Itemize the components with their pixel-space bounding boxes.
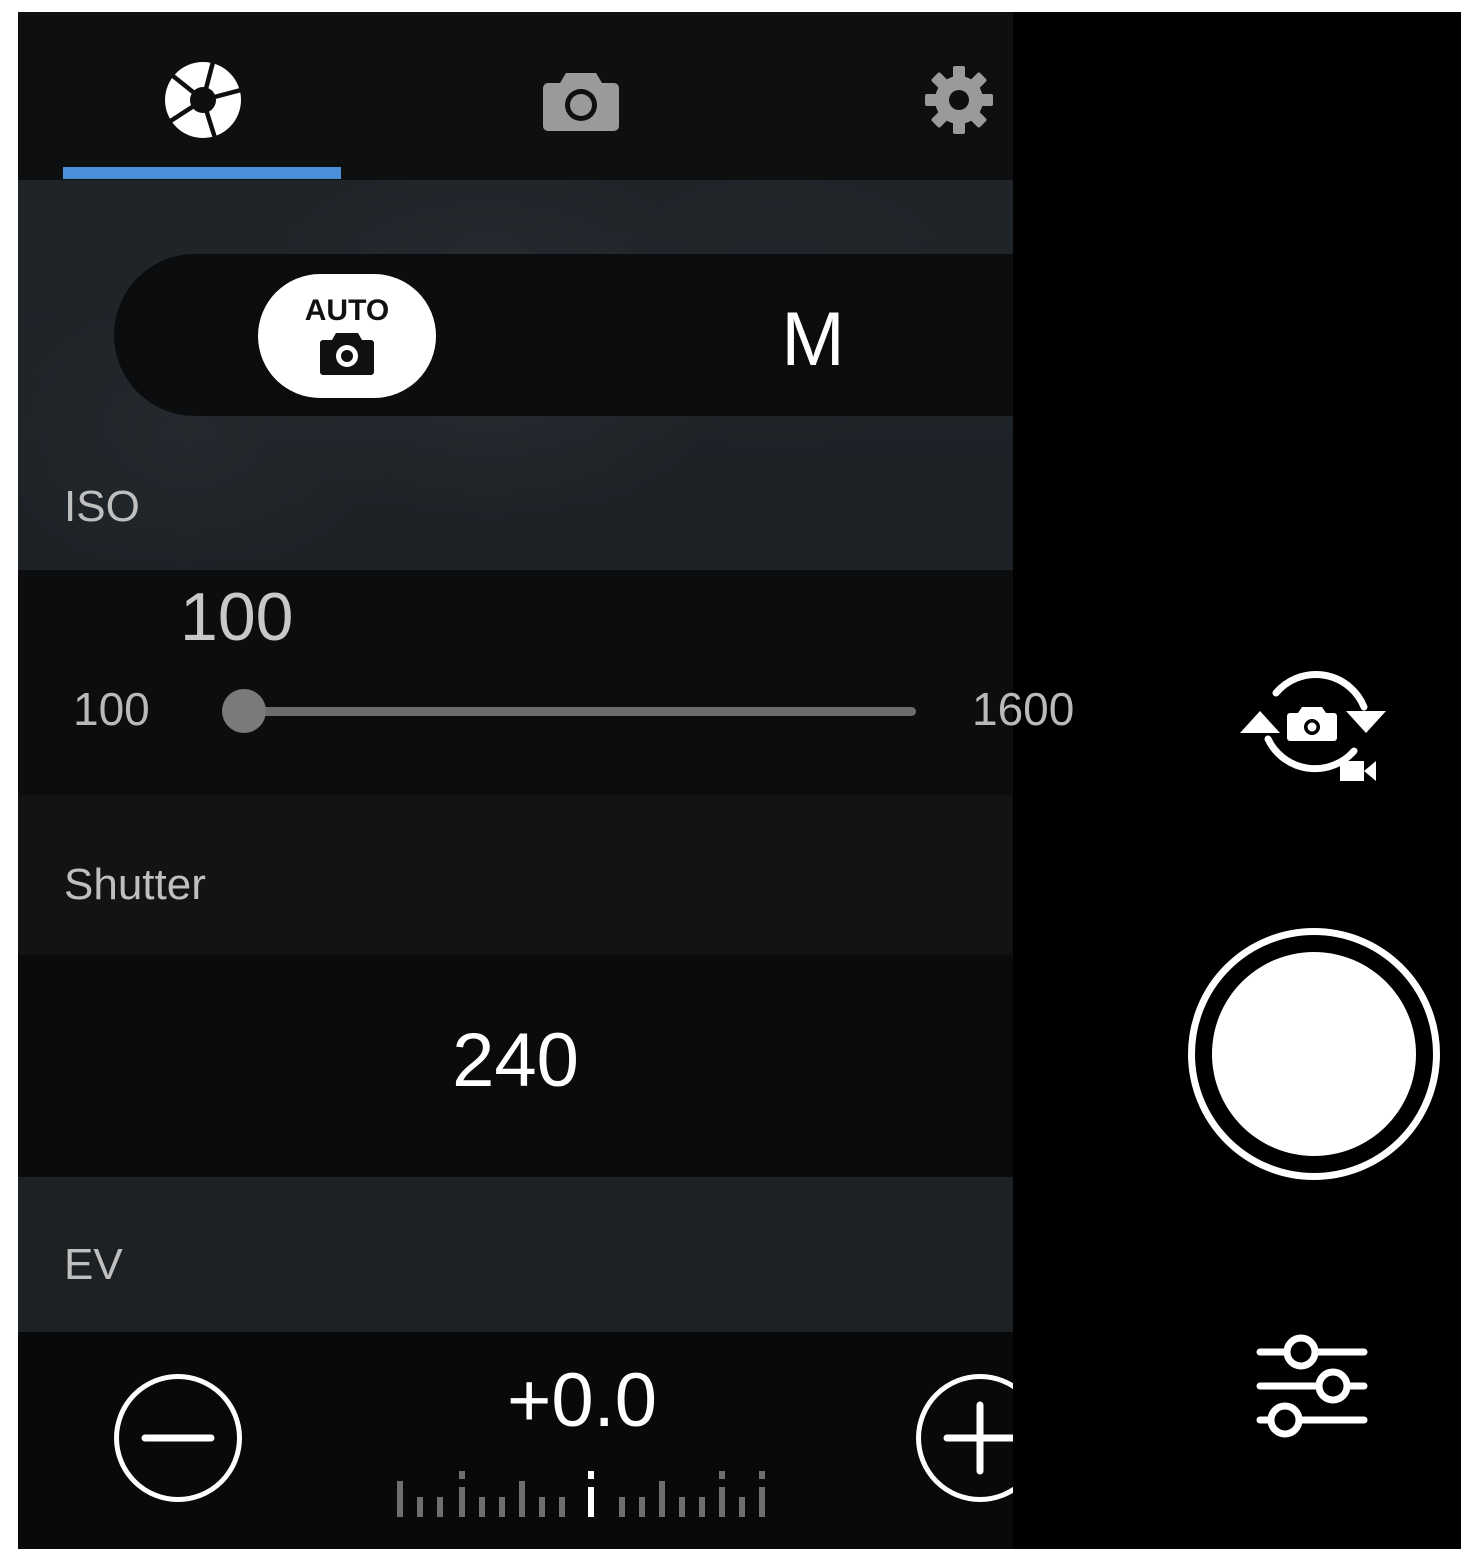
ev-label: EV bbox=[64, 1240, 123, 1289]
camera-icon bbox=[543, 73, 619, 131]
tab-exposure[interactable] bbox=[148, 50, 258, 150]
shutter-label: Shutter bbox=[64, 860, 206, 909]
switch-camera-video-icon[interactable] bbox=[1236, 657, 1392, 787]
manual-mode-button[interactable]: M bbox=[758, 284, 868, 394]
ev-scale[interactable] bbox=[396, 1467, 776, 1517]
iso-slider[interactable] bbox=[244, 707, 916, 716]
camera-screen: AUTO M ISO 100 100 Shutter 240 EV 1600 +… bbox=[18, 12, 1461, 1549]
shutter-button-core[interactable] bbox=[1212, 952, 1416, 1156]
tab-settings[interactable] bbox=[904, 50, 1013, 150]
sliders-icon[interactable] bbox=[1256, 1330, 1368, 1442]
iso-value: 100 bbox=[180, 579, 294, 655]
shutter-value[interactable]: 240 bbox=[18, 1017, 1013, 1104]
gear-icon bbox=[925, 66, 993, 134]
aperture-icon bbox=[165, 60, 243, 140]
iso-min-label: 100 bbox=[73, 683, 150, 735]
manual-settings-panel: AUTO M ISO 100 100 Shutter 240 EV bbox=[18, 12, 1013, 1549]
iso-max-label: 1600 bbox=[972, 683, 1075, 735]
active-tab-indicator bbox=[63, 167, 341, 179]
mode-toggle bbox=[114, 254, 1013, 416]
iso-label: ISO bbox=[64, 482, 140, 531]
auto-mode-label: AUTO bbox=[304, 294, 390, 327]
iso-slider-thumb[interactable] bbox=[222, 689, 266, 733]
tab-camera[interactable] bbox=[526, 50, 636, 150]
camera-icon bbox=[320, 333, 374, 375]
ev-value: +0.0 bbox=[506, 1358, 658, 1443]
auto-mode-button[interactable]: AUTO bbox=[258, 274, 436, 398]
